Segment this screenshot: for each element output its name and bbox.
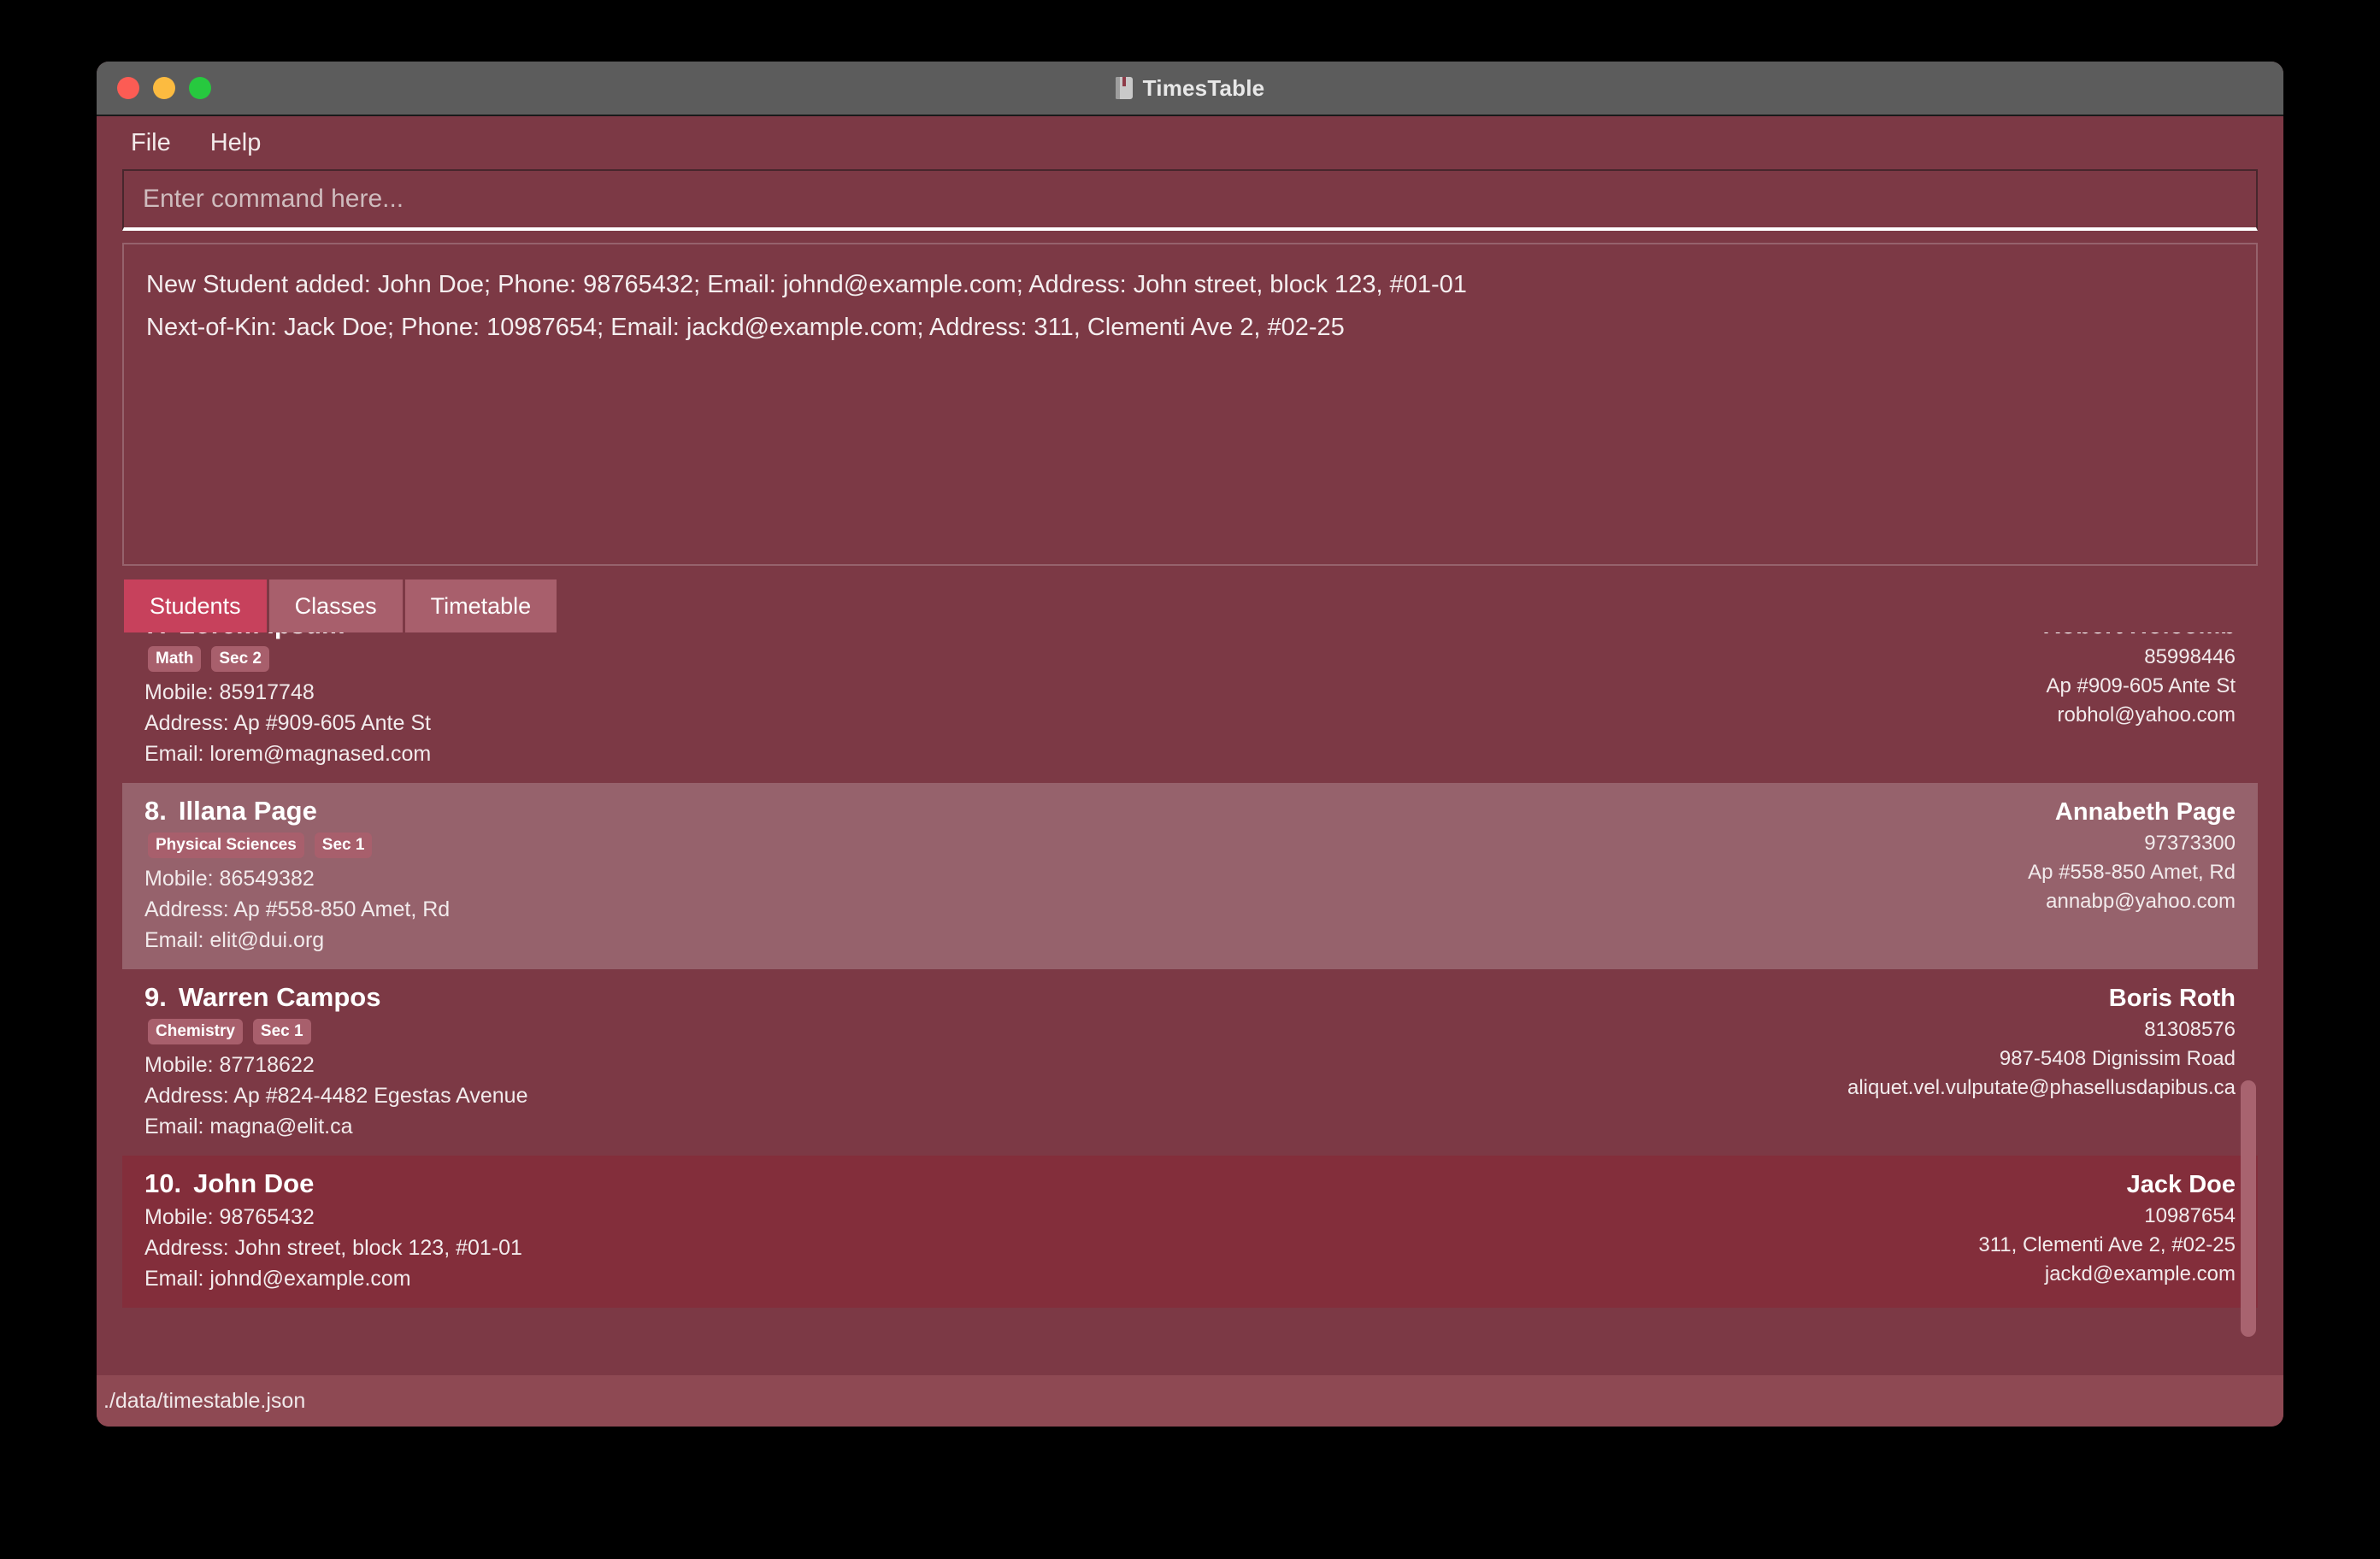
window-title-group: TimesTable <box>97 75 2283 102</box>
result-line: New Student added: John Doe; Phone: 9876… <box>146 271 1467 298</box>
tab-students[interactable]: Students <box>124 579 267 632</box>
student-name: John Doe <box>193 1168 315 1198</box>
tab-timetable[interactable]: Timetable <box>404 579 557 632</box>
command-input[interactable]: Enter command here... <box>122 169 2258 231</box>
maximize-button[interactable] <box>189 77 211 99</box>
kin-phone: 97373300 <box>2144 831 2236 855</box>
list-item[interactable]: 9. Warren Campos Chemistry Sec 1 Mobile: … <box>122 969 2258 1156</box>
list-scrollbar-thumb[interactable] <box>2241 1080 2256 1337</box>
result-display-wrapper: New Student added: John Doe; Phone: 9876… <box>97 231 2283 566</box>
kin-email: aliquet.vel.vulputate@phasellusdapibus.c… <box>1847 1075 2236 1099</box>
kin-email: robhol@yahoo.com <box>2057 703 2236 727</box>
app-window: TimesTable File Help Enter command here.… <box>97 62 2283 1427</box>
student-mobile: Mobile: 98765432 <box>144 1204 315 1229</box>
result-line: Next-of-Kin: Jack Doe; Phone: 10987654; … <box>146 314 1345 341</box>
student-mobile: Mobile: 86549382 <box>144 866 315 891</box>
student-name-row: 8. Illana Page <box>144 793 450 829</box>
list-item[interactable]: 8. Illana Page Physical Sciences Sec 1 Mo… <box>122 782 2258 969</box>
minimize-button[interactable] <box>153 77 175 99</box>
student-name: Lorem Ipsum <box>179 632 345 639</box>
kin-name: Boris Roth <box>2108 984 2236 1012</box>
subject-badge: Physical Sciences <box>148 832 304 858</box>
student-email: Email: magna@elit.ca <box>144 1114 353 1138</box>
list-item[interactable]: 7. Lorem Ipsum Math Sec 2 Mobile: 8591774… <box>122 632 2258 783</box>
tab-classes[interactable]: Classes <box>268 579 403 632</box>
kin-phone: 85998446 <box>2144 645 2236 668</box>
kin-address: 311, Clementi Ave 2, #02-25 <box>1978 1232 2236 1256</box>
status-bar: ./data/timestable.json <box>97 1375 2283 1427</box>
student-email: Email: elit@dui.org <box>144 927 325 952</box>
student-index: 9. <box>144 981 167 1012</box>
student-badges: Math Sec 2 <box>148 646 431 672</box>
student-address: Address: Ap #558-850 Amet, Rd <box>144 897 451 921</box>
student-name-row: 9. Warren Campos <box>144 980 528 1015</box>
student-email: Email: lorem@magnased.com <box>144 741 432 766</box>
student-email: Email: johnd@example.com <box>144 1266 411 1291</box>
student-name: Illana Page <box>178 795 317 826</box>
student-name: Warren Campos <box>178 981 381 1012</box>
section-badge: Sec 1 <box>314 832 373 858</box>
kin-phone: 81308576 <box>2144 1017 2236 1041</box>
result-display: New Student added: John Doe; Phone: 9876… <box>122 243 2258 566</box>
student-name-row: 7. Lorem Ipsum <box>144 632 431 643</box>
student-name-row: 10. John Doe <box>144 1166 522 1202</box>
window-title: TimesTable <box>1142 74 1265 101</box>
command-input-wrapper: Enter command here... <box>97 169 2283 231</box>
kin-name: Robert Holcomb <box>2042 632 2236 643</box>
student-index: 8. <box>144 795 167 826</box>
subject-badge: Chemistry <box>148 1018 243 1044</box>
student-list[interactable]: 7. Lorem Ipsum Math Sec 2 Mobile: 8591774… <box>122 632 2258 1350</box>
menu-help[interactable]: Help <box>195 126 277 161</box>
student-address: Address: Ap #909-605 Ante St <box>144 710 431 735</box>
tab-bar: Students Classes Timetable <box>97 566 2283 632</box>
kin-email: jackd@example.com <box>2044 1262 2236 1285</box>
section-badge: Sec 2 <box>211 646 269 672</box>
book-icon <box>1115 77 1133 99</box>
kin-address: 987-5408 Dignissim Road <box>1999 1046 2236 1070</box>
student-badges: Physical Sciences Sec 1 <box>148 832 450 858</box>
kin-address: Ap #909-605 Ante St <box>2046 674 2236 697</box>
command-input-placeholder: Enter command here... <box>143 185 404 213</box>
section-badge: Sec 1 <box>252 1018 311 1044</box>
student-address: Address: John street, block 123, #01-01 <box>144 1235 522 1260</box>
student-index: 7. <box>144 632 167 639</box>
student-index: 10. <box>144 1168 182 1198</box>
status-file-path: ./data/timestable.json <box>103 1388 306 1413</box>
subject-badge: Math <box>148 646 202 672</box>
window-controls[interactable] <box>117 77 211 99</box>
menu-bar: File Help <box>97 116 2283 169</box>
student-address: Address: Ap #824-4482 Egestas Avenue <box>144 1083 528 1108</box>
title-bar: TimesTable <box>97 62 2283 116</box>
list-item[interactable]: 10. John Doe Mobile: 98765432 Address: Jo… <box>122 1155 2258 1308</box>
student-mobile: Mobile: 87718622 <box>144 1052 315 1077</box>
student-badges: Chemistry Sec 1 <box>148 1018 528 1044</box>
kin-name: Jack Doe <box>2126 1170 2236 1198</box>
kin-phone: 10987654 <box>2144 1203 2236 1227</box>
kin-address: Ap #558-850 Amet, Rd <box>2028 860 2236 884</box>
kin-name: Annabeth Page <box>2054 797 2236 826</box>
menu-file[interactable]: File <box>115 126 186 161</box>
student-mobile: Mobile: 85917748 <box>144 679 315 704</box>
close-button[interactable] <box>117 77 139 99</box>
kin-email: annabp@yahoo.com <box>2046 889 2236 913</box>
